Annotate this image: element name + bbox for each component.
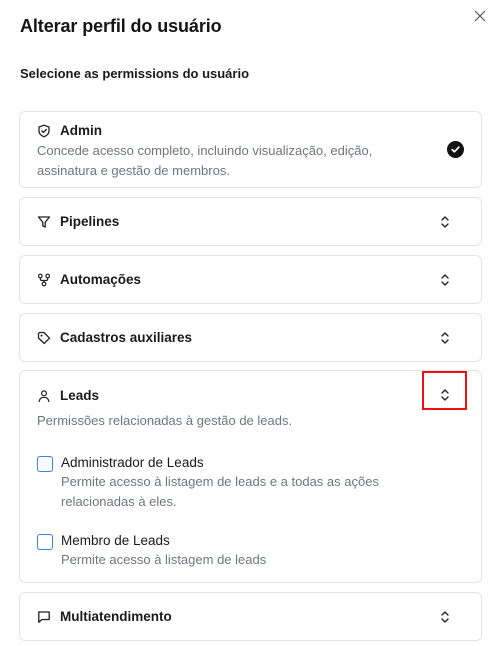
option-membro-de-leads[interactable]: Membro de Leads Permite acesso à listage…	[37, 532, 266, 570]
chevron-up-down-icon[interactable]	[439, 273, 451, 287]
card-description-admin: Concede acesso completo, incluindo visua…	[37, 143, 373, 178]
card-title-admin: Admin	[60, 123, 102, 138]
workflow-icon	[37, 273, 51, 286]
chevron-up-down-icon[interactable]	[439, 331, 451, 345]
permission-card-admin[interactable]: Admin Concede acesso completo, incluindo…	[19, 111, 482, 188]
card-description-leads: Permissões relacionadas à gestão de lead…	[37, 413, 293, 428]
chevron-up-down-icon[interactable]	[439, 215, 451, 229]
shield-icon	[38, 124, 50, 137]
tag-icon	[37, 331, 51, 344]
permission-card-cadastros[interactable]: Cadastros auxiliares	[19, 313, 482, 362]
option-description: Permite acesso à listagem de leads e a t…	[61, 474, 379, 509]
dialog-title: Alterar perfil do usuário	[20, 16, 222, 36]
filter-icon	[37, 215, 51, 228]
checkbox-membro-de-leads[interactable]	[37, 534, 53, 550]
option-description: Permite acesso à listagem de leads	[61, 552, 267, 567]
message-icon	[38, 610, 50, 623]
card-title-cadastros: Cadastros auxiliares	[60, 330, 193, 345]
permission-card-leads[interactable]: Leads Permissões relacionadas à gestão d…	[19, 370, 482, 583]
close-icon	[474, 10, 486, 22]
close-button[interactable]	[473, 9, 487, 23]
user-icon	[38, 389, 50, 402]
option-title: Administrador de Leads	[61, 455, 204, 470]
highlight-box	[422, 371, 467, 410]
permission-card-multiatendimento[interactable]: Multiatendimento	[19, 592, 482, 641]
option-administrador-de-leads[interactable]: Administrador de Leads Permite acesso à …	[37, 454, 426, 512]
permission-card-pipelines[interactable]: Pipelines	[19, 197, 482, 246]
chevron-up-down-icon[interactable]	[439, 610, 451, 624]
card-title-multiatendimento: Multiatendimento	[60, 609, 172, 624]
card-title-pipelines: Pipelines	[60, 214, 120, 229]
card-title-leads: Leads	[60, 388, 100, 403]
option-title: Membro de Leads	[61, 533, 170, 548]
selected-check-icon	[447, 141, 464, 158]
permission-card-automacoes[interactable]: Automações	[19, 255, 482, 304]
card-title-automacoes: Automações	[60, 272, 142, 287]
checkbox-administrador-de-leads[interactable]	[37, 456, 53, 472]
dialog-subtitle: Selecione as permissions do usuário	[20, 66, 250, 81]
